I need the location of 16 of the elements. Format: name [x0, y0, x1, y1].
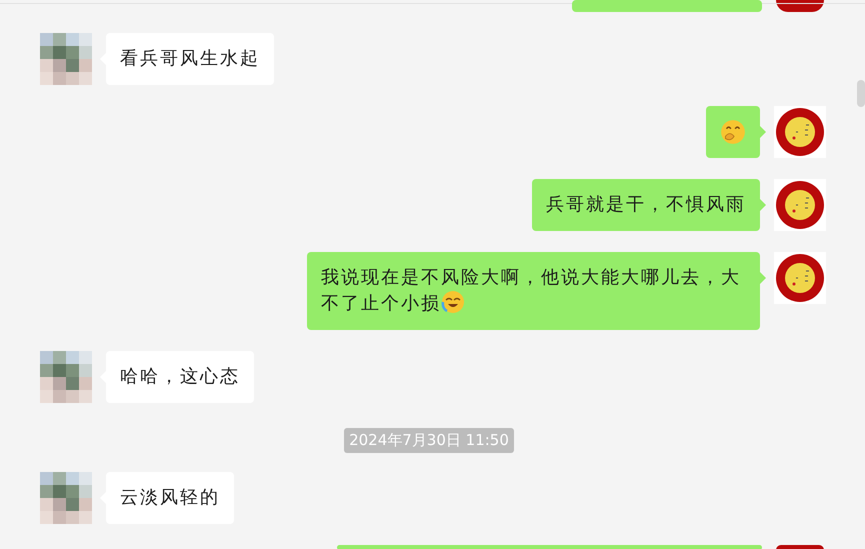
avatar	[776, 545, 824, 549]
scrollbar-thumb[interactable]	[857, 80, 865, 107]
photo-placeholder	[40, 351, 92, 403]
message-text: 云淡风轻的	[120, 486, 220, 510]
message-text: 看兵哥风生水起	[120, 47, 260, 71]
photo-placeholder	[40, 33, 92, 85]
avatar	[776, 0, 824, 12]
message-text: 哈哈，这心态	[120, 365, 240, 389]
message-text: 我说现在是不风险大啊，他说大能大哪儿去，大不了止个小损	[321, 266, 742, 316]
avatar	[774, 179, 826, 231]
timestamp: 2024年7月30日 11:50	[344, 428, 514, 453]
avatar	[774, 106, 826, 158]
message-text: 兵哥就是干，不惧风雨	[546, 193, 746, 217]
avatar	[774, 252, 826, 304]
photo-placeholder	[40, 472, 92, 524]
emoji-icon	[720, 119, 746, 145]
